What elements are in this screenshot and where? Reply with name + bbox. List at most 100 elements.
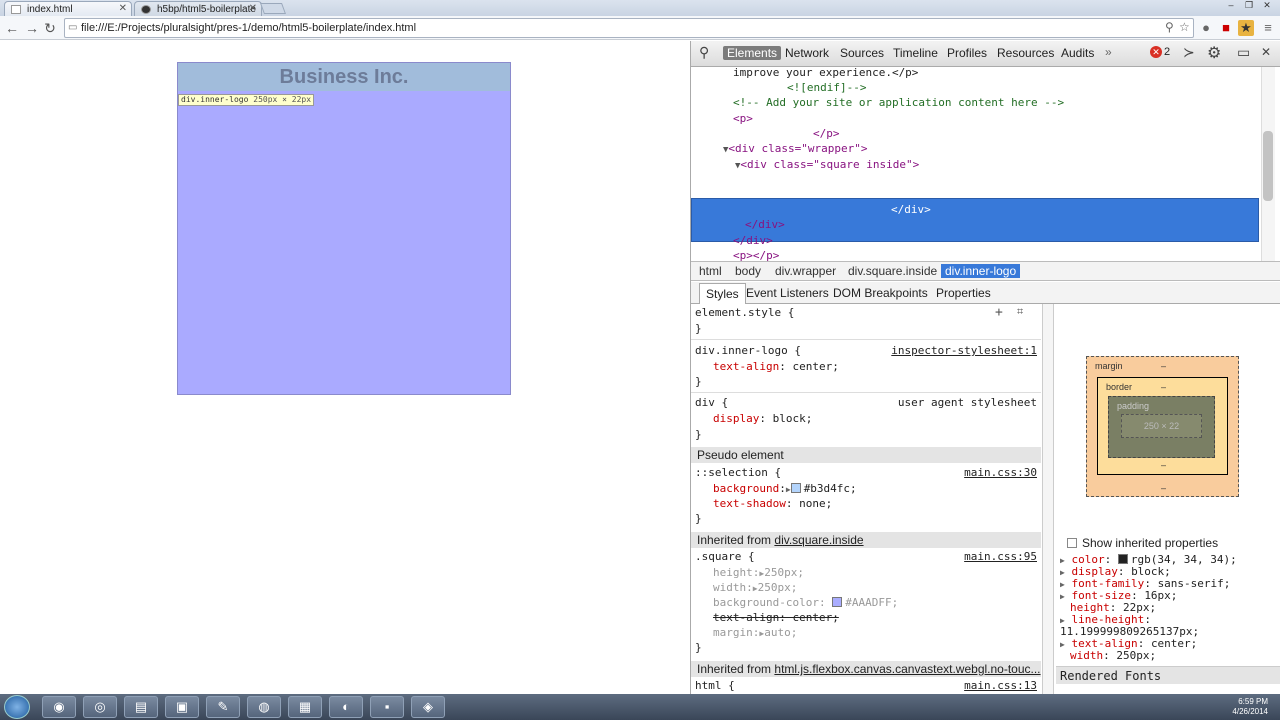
forward-icon[interactable]: → bbox=[24, 20, 40, 36]
crumb-inner-logo[interactable]: div.inner-logo bbox=[941, 264, 1021, 278]
start-button[interactable] bbox=[4, 695, 30, 719]
minimize-icon[interactable]: – bbox=[1222, 0, 1240, 12]
inherited-link[interactable]: html.js.flexbox.canvas.canvastext.webgl.… bbox=[774, 662, 1040, 676]
rule-source-link[interactable]: main.css:13 bbox=[964, 679, 1037, 692]
app-icon[interactable]: ▪ bbox=[370, 696, 404, 718]
rule-selector[interactable]: ::selection { bbox=[695, 466, 781, 480]
app-icon[interactable]: ▦ bbox=[288, 696, 322, 718]
rule-selector[interactable]: .square { bbox=[695, 550, 755, 564]
style-declaration-overridden[interactable]: text-align: center; bbox=[713, 611, 839, 625]
style-declaration[interactable]: text-shadow: none; bbox=[713, 497, 832, 511]
rule-close: } bbox=[695, 428, 702, 441]
dom-line[interactable]: <p> bbox=[733, 111, 753, 126]
new-tab-button[interactable] bbox=[259, 3, 287, 14]
tab-resources[interactable]: Resources bbox=[997, 46, 1054, 60]
style-declaration-inherited[interactable]: width:▶250px; bbox=[713, 581, 797, 596]
crumb-html[interactable]: html bbox=[699, 264, 722, 278]
inspect-tooltip: div.inner-logo 250px × 22px bbox=[178, 94, 315, 106]
dom-line[interactable]: </p> bbox=[813, 126, 840, 141]
rule-selector[interactable]: div { bbox=[695, 396, 728, 410]
toggle-state-icon[interactable]: ⌗ bbox=[1017, 305, 1023, 319]
maximize-icon[interactable]: ❐ bbox=[1240, 0, 1258, 12]
dom-line-selected[interactable]: Business Inc. bbox=[917, 187, 1003, 202]
rule-source-link[interactable]: inspector-stylesheet:1 bbox=[891, 344, 1037, 357]
pane-scrollbar[interactable] bbox=[1042, 304, 1054, 694]
close-tab-icon[interactable]: ✕ bbox=[249, 3, 257, 14]
tab-network[interactable]: Network bbox=[785, 46, 829, 60]
rule-selector[interactable]: element.style { bbox=[695, 306, 794, 320]
dom-line[interactable]: <![endif]--> bbox=[787, 80, 866, 95]
close-tab-icon[interactable]: ✕ bbox=[119, 3, 127, 14]
chrome-icon[interactable]: ◎ bbox=[83, 696, 117, 718]
browser-toolbar: ← → ↻ ▭ file:///E:/Projects/pluralsight/… bbox=[0, 16, 1280, 40]
rule-selector[interactable]: div.inner-logo { bbox=[695, 344, 801, 358]
crumb-square[interactable]: div.square.inside bbox=[848, 264, 937, 278]
dom-line-selected[interactable]: <div class="inner-logo"> bbox=[755, 172, 914, 187]
computed-prop[interactable]: width: 250px; bbox=[1070, 650, 1156, 662]
rule-selector[interactable]: html { bbox=[695, 679, 735, 693]
app-icon[interactable]: ▣ bbox=[165, 696, 199, 718]
rendered-fonts-header[interactable]: Rendered Fonts bbox=[1056, 666, 1280, 684]
bookmark-star-icon[interactable]: ☆ bbox=[1179, 20, 1190, 34]
crumb-wrapper[interactable]: div.wrapper bbox=[775, 264, 836, 278]
back-icon[interactable]: ← bbox=[4, 20, 20, 36]
add-rule-icon[interactable]: + bbox=[995, 305, 1003, 320]
style-declaration-inherited[interactable]: height:▶250px; bbox=[713, 566, 804, 581]
tab-github[interactable]: h5bp/html5-boilerplate ✕ bbox=[134, 1, 262, 16]
dom-line-selected[interactable]: </div> bbox=[891, 202, 931, 217]
app-icon[interactable]: ◈ bbox=[411, 696, 445, 718]
rule-source-link[interactable]: main.css:30 bbox=[964, 466, 1037, 479]
reload-icon[interactable]: ↻ bbox=[42, 20, 58, 36]
tab-timeline[interactable]: Timeline bbox=[893, 46, 938, 60]
style-declaration[interactable]: text-align: center; bbox=[713, 360, 839, 374]
system-clock[interactable]: 6:59 PM 4/26/2014 bbox=[1232, 697, 1268, 717]
extension-icon[interactable]: ■ bbox=[1218, 20, 1234, 36]
dom-line[interactable]: <!-- Add your site or application conten… bbox=[733, 95, 1064, 110]
more-tabs-icon[interactable]: » bbox=[1105, 45, 1112, 59]
console-drawer-icon[interactable]: ≻ bbox=[1183, 44, 1195, 61]
explorer-icon[interactable]: ▤ bbox=[124, 696, 158, 718]
tab-index-html[interactable]: index.html ✕ bbox=[4, 1, 132, 16]
page-icon bbox=[11, 5, 21, 14]
inherited-link[interactable]: div.square.inside bbox=[774, 533, 863, 547]
dom-line[interactable]: </div> bbox=[733, 233, 773, 248]
crumb-body[interactable]: body bbox=[735, 264, 761, 278]
extension-icon[interactable]: ★ bbox=[1238, 20, 1254, 36]
firefox-icon[interactable]: ◉ bbox=[42, 696, 76, 718]
zoom-icon[interactable]: ⚲ bbox=[1165, 20, 1174, 34]
tab-audits[interactable]: Audits bbox=[1061, 46, 1094, 60]
style-declaration-inherited[interactable]: background-color: #AAADFF; bbox=[713, 596, 898, 610]
dom-line[interactable]: </div> bbox=[745, 217, 785, 232]
app-icon[interactable]: ◍ bbox=[247, 696, 281, 718]
style-declaration[interactable]: background:▶ #b3d4fc; bbox=[713, 482, 857, 497]
show-inherited-checkbox[interactable] bbox=[1067, 538, 1077, 548]
dom-line[interactable]: ▼<div class="wrapper"> bbox=[723, 141, 868, 158]
address-bar[interactable]: ▭ file:///E:/Projects/pluralsight/pres-1… bbox=[64, 18, 1194, 38]
divider bbox=[691, 392, 1041, 393]
tab-elements[interactable]: Elements bbox=[723, 46, 782, 60]
extension-icon[interactable]: ● bbox=[1198, 20, 1214, 36]
tab-sources[interactable]: Sources bbox=[840, 46, 884, 60]
dom-line[interactable]: improve your experience.</p> bbox=[733, 67, 918, 80]
dom-line[interactable]: <p></p> bbox=[733, 248, 779, 261]
tab-dom-breakpoints[interactable]: DOM Breakpoints bbox=[833, 286, 928, 300]
gear-icon[interactable]: ⚙ bbox=[1207, 43, 1221, 63]
close-window-icon[interactable]: ✕ bbox=[1258, 0, 1276, 12]
menu-icon[interactable]: ≡ bbox=[1260, 20, 1276, 36]
close-devtools-icon[interactable]: ✕ bbox=[1261, 45, 1271, 59]
dock-icon[interactable]: ▭ bbox=[1237, 44, 1250, 61]
tab-properties[interactable]: Properties bbox=[936, 286, 991, 300]
style-declaration[interactable]: display: block; bbox=[713, 412, 812, 426]
inspect-search-icon[interactable]: ⚲ bbox=[699, 44, 709, 61]
tab-event-listeners[interactable]: Event Listeners bbox=[746, 286, 829, 300]
error-count: 2 bbox=[1164, 46, 1171, 58]
tab-profiles[interactable]: Profiles bbox=[947, 46, 987, 60]
app-icon[interactable]: ✎ bbox=[206, 696, 240, 718]
app-icon[interactable]: ◐ bbox=[329, 696, 363, 718]
rule-source-link[interactable]: main.css:95 bbox=[964, 550, 1037, 563]
style-declaration-inherited[interactable]: margin:▶auto; bbox=[713, 626, 797, 641]
error-icon[interactable]: ✕ bbox=[1150, 46, 1162, 58]
tooltip-selector: div.inner-logo bbox=[181, 95, 249, 104]
dom-scrollbar-thumb[interactable] bbox=[1263, 131, 1273, 201]
tab-styles[interactable]: Styles bbox=[699, 283, 746, 304]
